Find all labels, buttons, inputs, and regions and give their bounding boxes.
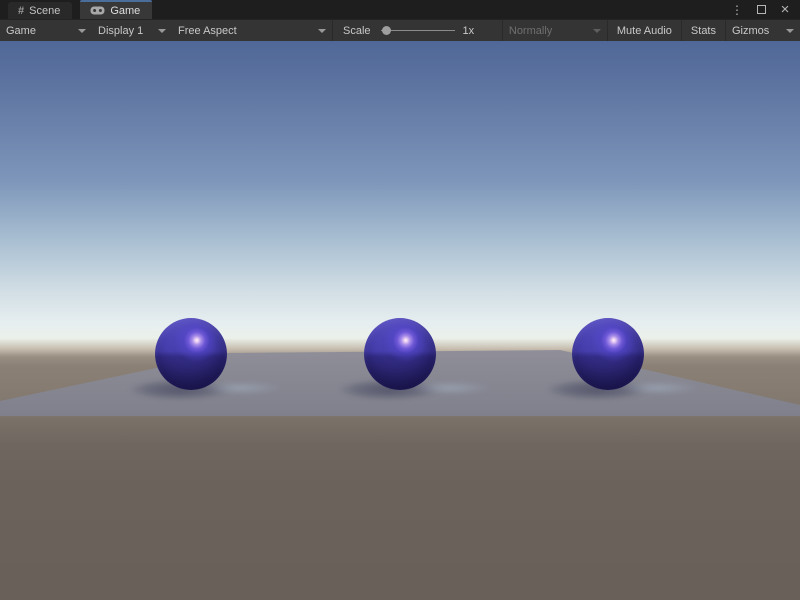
game-viewport[interactable] [0,41,800,600]
aspect-ratio-label: Free Aspect [178,25,237,37]
sphere [155,318,227,390]
stats-button[interactable]: Stats [682,20,725,42]
sphere [572,318,644,390]
tab-bar: # Scene Game ⋮ × [0,0,800,19]
scale-control: Scale 1x [333,20,488,42]
close-icon[interactable]: × [778,3,792,17]
chevron-down-icon [786,29,794,33]
unity-game-window: # Scene Game ⋮ × Game Display 1 [0,0,800,600]
play-mode-label: Normally [509,25,552,37]
game-mode-label: Game [6,25,36,37]
tab-scene[interactable]: # Scene [8,2,72,19]
chevron-down-icon [78,29,86,33]
more-options-icon[interactable]: ⋮ [730,3,744,17]
toolbar-right-group: Normally Mute Audio Stats Gizmos [502,20,800,42]
game-mode-dropdown[interactable]: Game [0,20,92,42]
display-dropdown[interactable]: Display 1 [92,20,172,42]
tab-game[interactable]: Game [80,0,152,19]
maximize-box-glyph [757,5,766,14]
scale-label: Scale [343,25,371,37]
gizmos-dropdown[interactable]: Gizmos [726,20,800,42]
sphere [364,318,436,390]
tab-game-label: Game [110,5,140,17]
scene-grid-icon: # [18,5,24,17]
scale-slider[interactable] [379,20,457,42]
window-controls: ⋮ × [730,0,800,19]
game-controller-icon [90,6,105,15]
slider-track[interactable] [381,30,455,31]
chevron-down-icon [158,29,166,33]
stats-label: Stats [691,25,716,37]
play-mode-dropdown[interactable]: Normally [503,20,607,42]
scale-value: 1x [463,25,475,37]
game-view-toolbar: Game Display 1 Free Aspect Scale 1x Norm… [0,19,800,41]
gizmos-label: Gizmos [732,25,769,37]
tab-scene-label: Scene [29,5,60,17]
mute-audio-button[interactable]: Mute Audio [608,20,681,42]
chevron-down-icon [318,29,326,33]
maximize-icon[interactable] [754,3,768,17]
chevron-down-icon [593,29,601,33]
aspect-ratio-dropdown[interactable]: Free Aspect [172,20,332,42]
mute-audio-label: Mute Audio [617,25,672,37]
slider-knob[interactable] [382,26,391,35]
display-label: Display 1 [98,25,143,37]
